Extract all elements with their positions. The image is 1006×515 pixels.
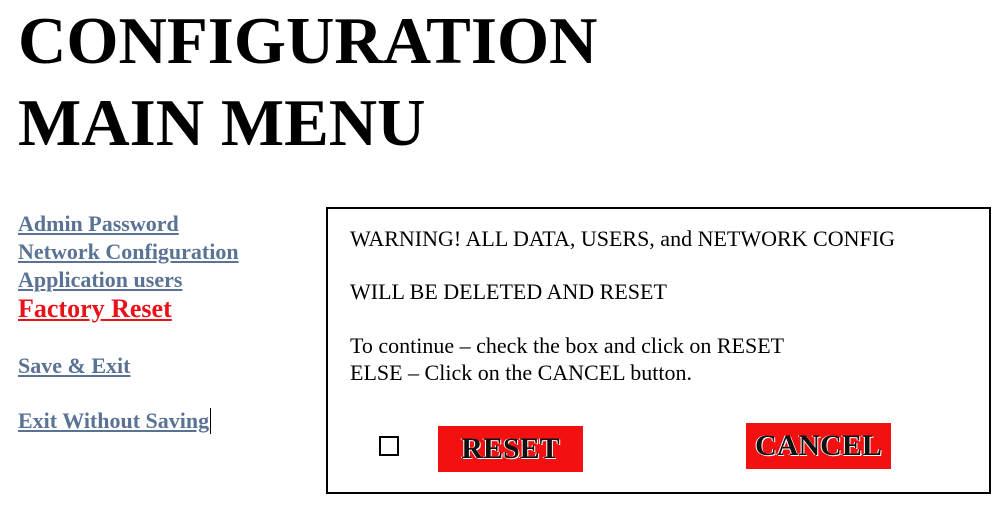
reset-button[interactable]: RESET: [438, 426, 583, 472]
warning-line-1: WARNING! ALL DATA, USERS, and NETWORK CO…: [350, 226, 895, 251]
nav-link-admin-password[interactable]: Admin Password: [18, 211, 179, 237]
page-title-line-2: MAIN MENU: [18, 86, 426, 160]
nav-link-application-users[interactable]: Application users: [18, 267, 182, 293]
page-title: CONFIGURATION MAIN MENU: [18, 0, 597, 164]
nav-link-network-configuration[interactable]: Network Configuration: [18, 239, 239, 265]
cancel-button[interactable]: CANCEL: [746, 423, 891, 469]
confirm-reset-checkbox[interactable]: [379, 436, 399, 456]
factory-reset-dialog: WARNING! ALL DATA, USERS, and NETWORK CO…: [326, 207, 991, 494]
text-cursor: [210, 408, 212, 434]
warning-line-2: WILL BE DELETED AND RESET: [350, 279, 667, 304]
page-title-line-1: CONFIGURATION: [18, 4, 598, 78]
instruction-line-2: ELSE – Click on the CANCEL button.: [350, 360, 692, 385]
exit-without-saving-wrapper: Exit Without Saving: [18, 408, 212, 434]
nav-link-exit-without-saving[interactable]: Exit Without Saving: [18, 408, 209, 433]
instruction-line-1: To continue – check the box and click on…: [350, 333, 785, 358]
nav-link-save-exit[interactable]: Save & Exit: [18, 353, 130, 379]
nav-link-factory-reset[interactable]: Factory Reset: [18, 294, 172, 324]
